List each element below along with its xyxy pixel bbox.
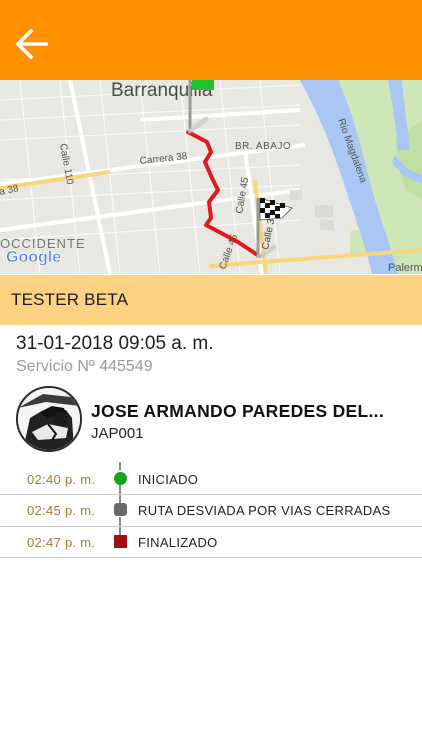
divider xyxy=(0,557,422,558)
divider xyxy=(0,526,422,527)
client-title: TESTER BETA xyxy=(11,290,129,309)
google-logo: Google xyxy=(6,249,61,266)
timeline-status: INICIADO xyxy=(138,472,199,487)
status-started-icon xyxy=(114,472,127,485)
service-date: 31-01-2018 09:05 a. m. xyxy=(16,333,214,354)
timeline-status: FINALIZADO xyxy=(138,535,218,550)
divider xyxy=(0,494,422,495)
timeline-connector xyxy=(119,462,121,470)
driver-name: JOSE ARMANDO PAREDES DEL... xyxy=(91,401,384,421)
route-map[interactable]: Barranquilla BR. ABAJO Carrera 38 Calle … xyxy=(0,80,422,274)
map-label-neighborhood: BR. ABAJO xyxy=(235,141,291,152)
app-header xyxy=(0,0,422,80)
back-button[interactable] xyxy=(10,22,54,66)
timeline-status: RUTA DESVIADA POR VIAS CERRADAS xyxy=(138,503,391,518)
status-finished-icon xyxy=(114,535,127,548)
map-label-area: Palerm xyxy=(388,262,422,274)
timeline-time: 02:47 p. m. xyxy=(27,535,96,550)
status-deviation-icon xyxy=(114,503,127,516)
arrow-left-icon xyxy=(15,28,48,60)
timeline-time: 02:45 p. m. xyxy=(27,503,96,518)
vehicle-plate: JAP001 xyxy=(91,425,144,442)
timeline-time: 02:40 p. m. xyxy=(27,472,96,487)
client-section-bar: TESTER BETA xyxy=(0,275,422,325)
service-number: Servicio Nº 445549 xyxy=(16,358,153,375)
driver-avatar-icon xyxy=(16,386,82,452)
